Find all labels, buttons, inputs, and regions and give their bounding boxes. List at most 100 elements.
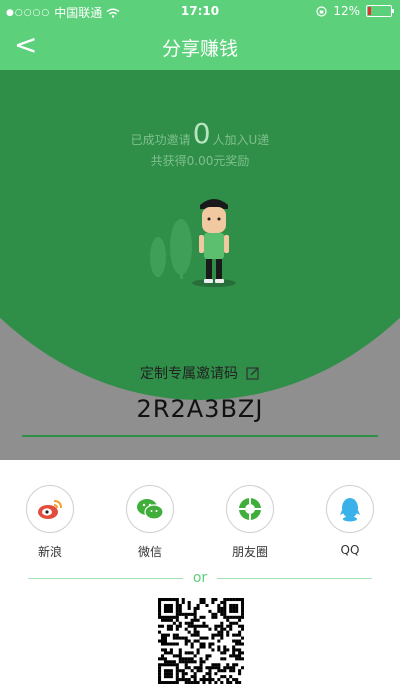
invite-count: 0 — [192, 117, 211, 150]
qr-module — [211, 678, 215, 682]
qr-module — [214, 624, 218, 628]
divider-line-right — [217, 577, 373, 579]
qr-module — [223, 612, 227, 616]
qr-module — [158, 681, 162, 684]
qr-module — [232, 633, 236, 637]
qr-module — [187, 657, 191, 661]
qr-module — [184, 672, 188, 676]
qr-module — [214, 681, 218, 684]
qr-module — [172, 681, 176, 684]
qr-module — [232, 663, 236, 667]
qr-module — [181, 672, 185, 676]
qr-module — [238, 657, 242, 661]
qr-module — [241, 642, 244, 646]
qr-module — [163, 642, 167, 646]
qr-module — [190, 612, 194, 616]
qr-module — [226, 630, 230, 634]
qr-module — [226, 678, 230, 682]
qr-module — [178, 609, 182, 613]
code-underline — [22, 435, 378, 437]
qr-module — [211, 598, 215, 602]
qr-module — [220, 627, 224, 631]
qr-module — [172, 633, 176, 637]
qr-module — [220, 612, 224, 616]
qr-module — [199, 600, 203, 605]
qr-module — [187, 651, 191, 655]
qr-module — [202, 624, 206, 628]
share-moments-button[interactable]: 朋友圈 — [220, 485, 280, 560]
divider-line-left — [27, 577, 183, 579]
qr-module — [178, 678, 182, 682]
qr-module — [178, 651, 182, 655]
qr-module — [158, 663, 162, 667]
qr-module — [229, 598, 233, 602]
qr-module — [169, 606, 173, 610]
qr-module — [160, 598, 165, 602]
qr-module — [238, 598, 242, 602]
qr-module — [169, 663, 173, 667]
qr-module — [166, 660, 170, 664]
qr-module — [175, 609, 179, 613]
qr-module — [229, 681, 233, 684]
qr-module — [211, 663, 215, 667]
qr-module — [229, 627, 233, 631]
qr-module — [160, 618, 165, 622]
qr-module — [190, 642, 194, 646]
qr-module — [202, 621, 206, 625]
edit-icon[interactable] — [246, 366, 260, 380]
qr-module — [232, 651, 236, 655]
qr-module — [187, 600, 191, 605]
qr-module — [241, 603, 244, 607]
qr-module — [199, 615, 203, 619]
qr-module — [223, 627, 227, 631]
qr-module — [196, 651, 200, 655]
qr-module — [214, 615, 218, 619]
qr-module — [196, 606, 200, 610]
share-wechat-button[interactable]: 微信 — [120, 485, 180, 560]
qr-module — [199, 636, 203, 640]
qr-module — [241, 606, 244, 610]
qr-module — [193, 654, 197, 658]
qr-module — [175, 636, 179, 640]
qr-module — [226, 598, 230, 602]
share-qq-label: QQ — [340, 543, 360, 557]
share-weibo-button[interactable]: 新浪 — [20, 485, 80, 560]
qr-module — [175, 600, 179, 605]
qr-module — [181, 657, 185, 661]
moments-icon — [239, 498, 261, 520]
wechat-icon — [137, 499, 164, 520]
qr-module — [158, 678, 162, 682]
qr-module — [172, 621, 176, 625]
qr-module — [214, 666, 218, 670]
qr-module — [190, 633, 194, 637]
qr-module — [211, 612, 215, 616]
qr-module — [235, 657, 239, 661]
qr-module — [169, 609, 173, 613]
qr-module — [193, 672, 197, 676]
qr-module — [226, 615, 230, 619]
qr-module — [217, 663, 221, 667]
share-qq-button[interactable]: QQ — [320, 485, 380, 557]
qr-module — [232, 678, 236, 682]
qr-module — [158, 600, 162, 605]
qr-module — [172, 660, 176, 664]
qr-module — [187, 624, 191, 628]
qr-module — [235, 609, 239, 613]
qr-module — [158, 624, 162, 628]
qr-module — [193, 618, 197, 622]
qr-module — [187, 666, 191, 670]
invite-code[interactable]: 2R2A3BZJ — [0, 395, 400, 423]
or-label: or — [192, 570, 208, 586]
qr-module — [238, 651, 242, 655]
qr-module — [163, 648, 167, 652]
qr-module — [175, 612, 179, 616]
qr-module — [190, 645, 194, 649]
qr-module — [232, 606, 236, 610]
qr-module — [235, 598, 239, 602]
qr-module — [172, 636, 176, 640]
qr-module — [158, 615, 162, 619]
qr-module — [169, 681, 173, 684]
qr-module — [181, 600, 185, 605]
qr-module — [241, 651, 244, 655]
qr-module — [229, 615, 233, 619]
